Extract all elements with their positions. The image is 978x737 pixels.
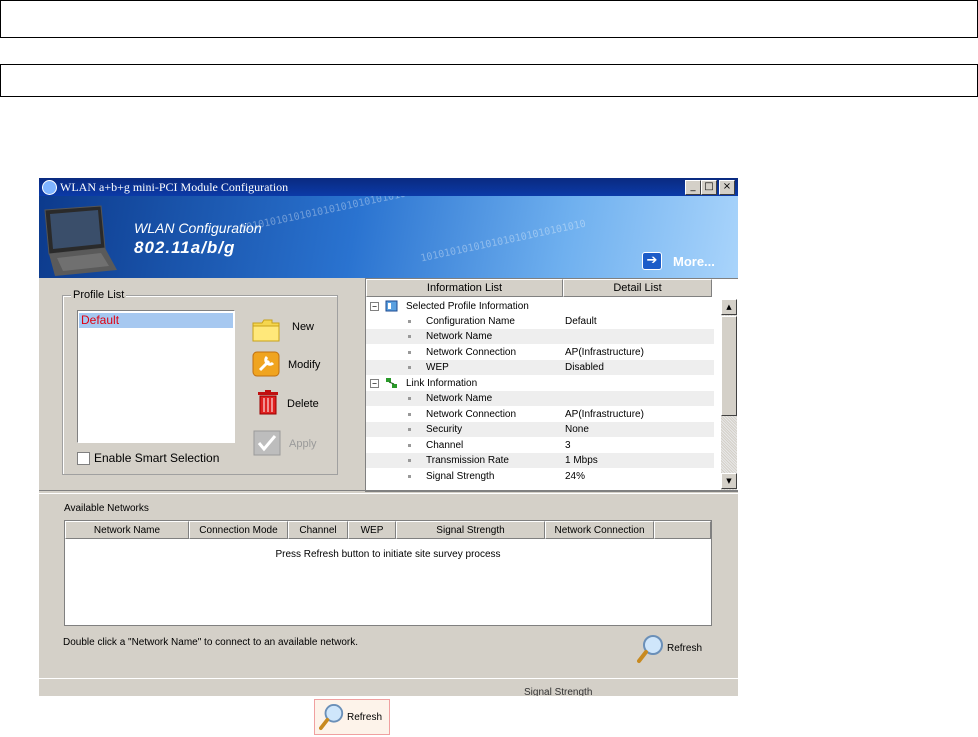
col-connection-mode[interactable]: Connection Mode: [189, 521, 288, 539]
scroll-thumb[interactable]: [721, 316, 737, 416]
banner-title: WLAN Configuration: [134, 220, 262, 236]
bullet-icon: [408, 366, 411, 369]
arrow-right-icon[interactable]: ➔: [642, 252, 662, 270]
maximize-button[interactable]: □: [701, 180, 717, 195]
info-row: Network Name: [366, 391, 714, 406]
more-button[interactable]: More...: [673, 254, 715, 269]
refresh-button-legend: Refresh: [314, 699, 390, 735]
banner-standard: 802.11a/b/g: [134, 238, 236, 257]
apply-button[interactable]: Apply: [289, 438, 317, 450]
collapse-icon[interactable]: −: [370, 302, 379, 311]
info-row: Security None: [366, 422, 714, 437]
bullet-icon: [408, 444, 411, 447]
profile-listbox[interactable]: Default: [77, 310, 235, 443]
profile-list-label: Profile List: [71, 289, 127, 301]
modify-button[interactable]: Modify: [288, 359, 320, 371]
tab-detail-list[interactable]: Detail List: [563, 279, 712, 297]
col-channel[interactable]: Channel: [288, 521, 348, 539]
window-title: WLAN a+b+g mini-PCI Module Configuration: [60, 180, 289, 194]
info-row: Configuration Name Default: [366, 314, 714, 329]
magnifier-icon[interactable]: [637, 634, 665, 664]
connect-hint: Double click a "Network Name" to connect…: [63, 637, 359, 648]
empty-table-message: Press Refresh button to initiate site su…: [275, 549, 501, 560]
scroll-down-icon[interactable]: ▼: [721, 473, 737, 489]
info-row: Network Connection AP(Infrastructure): [366, 407, 714, 422]
trash-icon[interactable]: [254, 389, 282, 415]
wrench-icon[interactable]: [252, 351, 280, 377]
section-link-information[interactable]: − Link Information: [366, 376, 714, 391]
info-row: WEP Disabled: [366, 360, 714, 375]
scroll-up-icon[interactable]: ▲: [721, 299, 737, 315]
app-icon: [42, 180, 57, 195]
bullet-icon: [408, 320, 411, 323]
binary-decoration: 1010101010101010101010101010: [239, 196, 407, 235]
minimize-button[interactable]: _: [685, 180, 701, 195]
banner: 1010101010101010101010101010 10101010101…: [39, 196, 738, 278]
col-wep[interactable]: WEP: [348, 521, 396, 539]
new-button[interactable]: New: [292, 321, 314, 333]
delete-button[interactable]: Delete: [287, 398, 319, 410]
info-row: Network Connection AP(Infrastructure): [366, 345, 714, 360]
info-row: Channel 3: [366, 438, 714, 453]
config-window: WLAN a+b+g mini-PCI Module Configuration…: [39, 178, 738, 696]
tab-information-list[interactable]: Information List: [366, 279, 563, 297]
col-network-name[interactable]: Network Name: [65, 521, 189, 539]
col-filler: [654, 521, 711, 539]
info-row: Network Name: [366, 329, 714, 344]
bullet-icon: [408, 428, 411, 431]
smart-selection-label: Enable Smart Selection: [94, 451, 220, 465]
smart-selection-checkbox[interactable]: [77, 452, 90, 465]
section-selected-profile[interactable]: − Selected Profile Information: [366, 299, 714, 314]
title-bar[interactable]: WLAN a+b+g mini-PCI Module Configuration…: [39, 178, 738, 196]
checkmark-icon[interactable]: [253, 430, 281, 456]
info-row: Transmission Rate 1 Mbps: [366, 453, 714, 468]
section-divider: [39, 490, 738, 494]
folder-icon[interactable]: [252, 317, 280, 343]
refresh-legend-label: Refresh: [347, 712, 383, 723]
status-signal-label: Signal Strength: [524, 687, 593, 696]
bullet-icon: [408, 459, 411, 462]
magnifier-icon: [319, 703, 344, 730]
status-bar: Signal Strength: [39, 678, 738, 696]
bullet-icon: [408, 335, 411, 338]
collapse-icon[interactable]: −: [370, 379, 379, 388]
profile-info-icon: [385, 300, 398, 312]
binary-decoration-2: 1010101010101010101010101010: [419, 218, 587, 265]
network-icon: [386, 378, 397, 388]
col-network-connection[interactable]: Network Connection: [545, 521, 654, 539]
info-row: Signal Strength 24%: [366, 469, 714, 484]
bullet-icon: [408, 397, 411, 400]
refresh-button[interactable]: Refresh: [667, 643, 702, 654]
laptop-icon: [44, 205, 117, 276]
available-networks-table[interactable]: Network Name Connection Mode Channel WEP…: [64, 520, 712, 626]
bullet-icon: [408, 413, 411, 416]
caption-box-top: [0, 0, 978, 38]
bullet-icon: [408, 475, 411, 478]
available-networks-label: Available Networks: [64, 503, 149, 514]
information-panel: Information List Detail List − Selected …: [365, 278, 738, 492]
col-signal-strength[interactable]: Signal Strength: [396, 521, 545, 539]
info-scrollbar[interactable]: ▲ ▼: [721, 299, 737, 491]
close-button[interactable]: ×: [719, 180, 735, 195]
bullet-icon: [408, 351, 411, 354]
profile-item-default[interactable]: Default: [79, 313, 233, 328]
caption-box-second: [0, 64, 978, 97]
